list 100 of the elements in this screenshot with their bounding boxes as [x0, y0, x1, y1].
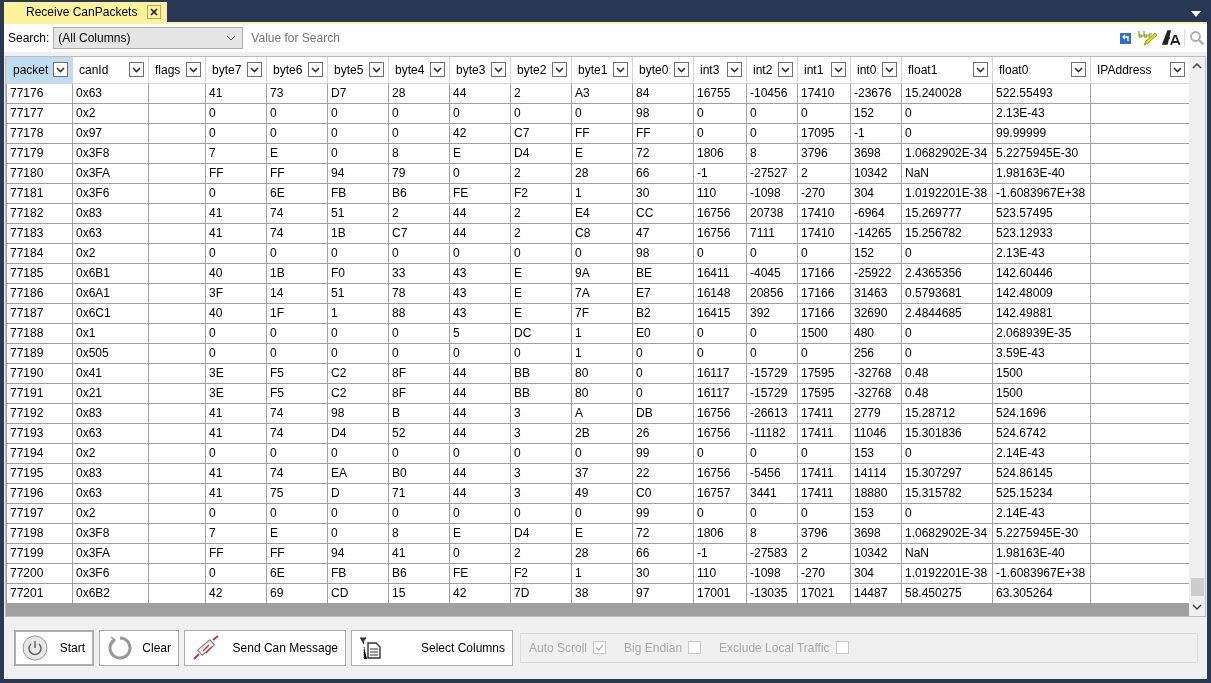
table-cell-text: 0	[331, 445, 338, 462]
table-cell-text: -270	[801, 185, 826, 202]
filter-dropdown-button[interactable]	[973, 62, 988, 78]
scroll-up-icon[interactable]	[1192, 62, 1202, 70]
filter-dropdown-button[interactable]	[552, 62, 567, 78]
table-cell-text: 0	[331, 245, 338, 262]
filter-dropdown-button[interactable]	[613, 62, 628, 78]
table-cell-text: 0	[392, 105, 399, 122]
table-cell-text: 3	[514, 485, 521, 502]
column-header[interactable]: flags	[148, 57, 206, 83]
filter-dropdown-button[interactable]	[369, 62, 384, 78]
table-cell-text: 0	[905, 105, 912, 122]
table-cell-text: 0	[392, 505, 399, 522]
dropdown-caret-icon[interactable]	[1191, 10, 1201, 18]
column-header[interactable]: float0	[992, 57, 1091, 83]
table-cell-text: -23676	[854, 85, 892, 102]
spellcheck-pen-icon[interactable]	[1138, 30, 1158, 46]
column-header[interactable]: IPAddress	[1090, 57, 1190, 83]
filter-dropdown-button[interactable]	[1071, 62, 1086, 78]
table-cell-text: FE	[453, 565, 469, 582]
font-size-icon[interactable]	[1162, 30, 1180, 46]
column-header[interactable]: int1	[797, 57, 851, 83]
command-button[interactable]: Clear	[99, 629, 179, 666]
table-cell-text: 18880	[854, 485, 888, 502]
column-header[interactable]: byte7	[205, 57, 267, 83]
filter-dropdown-button[interactable]	[53, 62, 68, 78]
table-cell-text: 0	[801, 505, 808, 522]
table-cell-text: FF	[270, 165, 285, 182]
table-cell-text: 0	[453, 245, 460, 262]
table-cell-text: 153	[854, 505, 875, 522]
table-cell-text: 17001	[697, 585, 731, 602]
command-button[interactable]: Send Can Message	[184, 629, 346, 666]
filter-dropdown-button[interactable]	[778, 62, 793, 78]
table-cell-text: 41	[209, 85, 223, 102]
table-cell-text: 0	[905, 345, 912, 362]
table-cell-text: BB	[514, 385, 530, 402]
table-cell-text: 0	[905, 245, 912, 262]
table-cell-text: 0	[331, 345, 338, 362]
column-header[interactable]: canId	[72, 57, 149, 83]
column-header[interactable]: byte3	[449, 57, 511, 83]
table-cell-text: 77201	[10, 585, 44, 602]
table-cell-text: 44	[453, 425, 467, 442]
column-header[interactable]: int3	[693, 57, 747, 83]
column-header[interactable]: byte0	[632, 57, 694, 83]
table-cell-text: 0	[270, 105, 277, 122]
table-cell-text: 32690	[854, 305, 888, 322]
column-header[interactable]: int0	[850, 57, 902, 83]
close-icon[interactable]	[147, 5, 162, 19]
filter-dropdown-button[interactable]	[186, 62, 201, 78]
filter-dropdown-button[interactable]	[308, 62, 323, 78]
vertical-scrollbar[interactable]	[1189, 57, 1205, 616]
column-header[interactable]: byte2	[510, 57, 572, 83]
filter-dropdown-button[interactable]	[491, 62, 506, 78]
table-cell-text: 20856	[750, 285, 784, 302]
command-button[interactable]: Select Columns	[351, 629, 513, 666]
table-cell-text: 16415	[697, 305, 731, 322]
table-cell-text: 30	[636, 185, 650, 202]
column-select[interactable]: (All Columns)	[53, 27, 244, 49]
table-cell-text: 0	[575, 105, 582, 122]
table-cell-text: 110	[697, 185, 717, 202]
column-header[interactable]: byte5	[327, 57, 389, 83]
column-header[interactable]: byte1	[571, 57, 633, 83]
table-cell-text: 77192	[10, 405, 44, 422]
filter-dropdown-button[interactable]	[727, 62, 742, 78]
scroll-down-icon[interactable]	[1192, 602, 1202, 611]
filter-dropdown-button[interactable]	[882, 62, 897, 78]
column-header[interactable]: byte4	[388, 57, 450, 83]
table-cell-text: 31463	[854, 285, 888, 302]
table-cell-text: C2	[331, 365, 347, 382]
filter-dropdown-button[interactable]	[831, 62, 846, 78]
header-label: byte0	[639, 61, 669, 79]
table-cell-text: 1	[575, 185, 582, 202]
table-cell-text: 41	[209, 225, 223, 242]
column-header[interactable]: byte6	[266, 57, 328, 83]
column-header[interactable]: float1	[901, 57, 993, 83]
filter-dropdown-button[interactable]	[1170, 62, 1185, 78]
filter-dropdown-button[interactable]	[247, 62, 262, 78]
table-cell-text: 44	[453, 465, 467, 482]
table-cell-text: 99.99999	[996, 125, 1047, 142]
table-cell-text: -14265	[854, 225, 892, 242]
table-cell-text: 20738	[750, 205, 784, 222]
table-cell-text: 0x83	[76, 205, 103, 222]
table-cell-text: D4	[514, 145, 530, 162]
table-cell-text: D7	[331, 85, 347, 102]
scrollbar-thumb[interactable]	[1190, 577, 1204, 596]
document-tab[interactable]: Receive CanPackets	[4, 2, 168, 22]
table-cell-text: 0	[801, 105, 808, 122]
command-button[interactable]: Start	[14, 629, 94, 666]
table-cell-text: 3.59E-43	[996, 345, 1045, 362]
column-header[interactable]: packet	[6, 57, 73, 83]
filter-dropdown-button[interactable]	[129, 62, 144, 78]
table-cell-text: C7	[392, 225, 408, 242]
table-cell-text: FE	[453, 185, 469, 202]
filter-dropdown-button[interactable]	[674, 62, 689, 78]
filter-dropdown-button[interactable]	[430, 62, 445, 78]
column-header[interactable]: int2	[746, 57, 798, 83]
table-cell-text: 77177	[10, 105, 44, 122]
table-cell-text: 15.240028	[905, 85, 962, 102]
table-cell-text: 17021	[801, 585, 835, 602]
table-cell-text: 98	[636, 245, 650, 262]
